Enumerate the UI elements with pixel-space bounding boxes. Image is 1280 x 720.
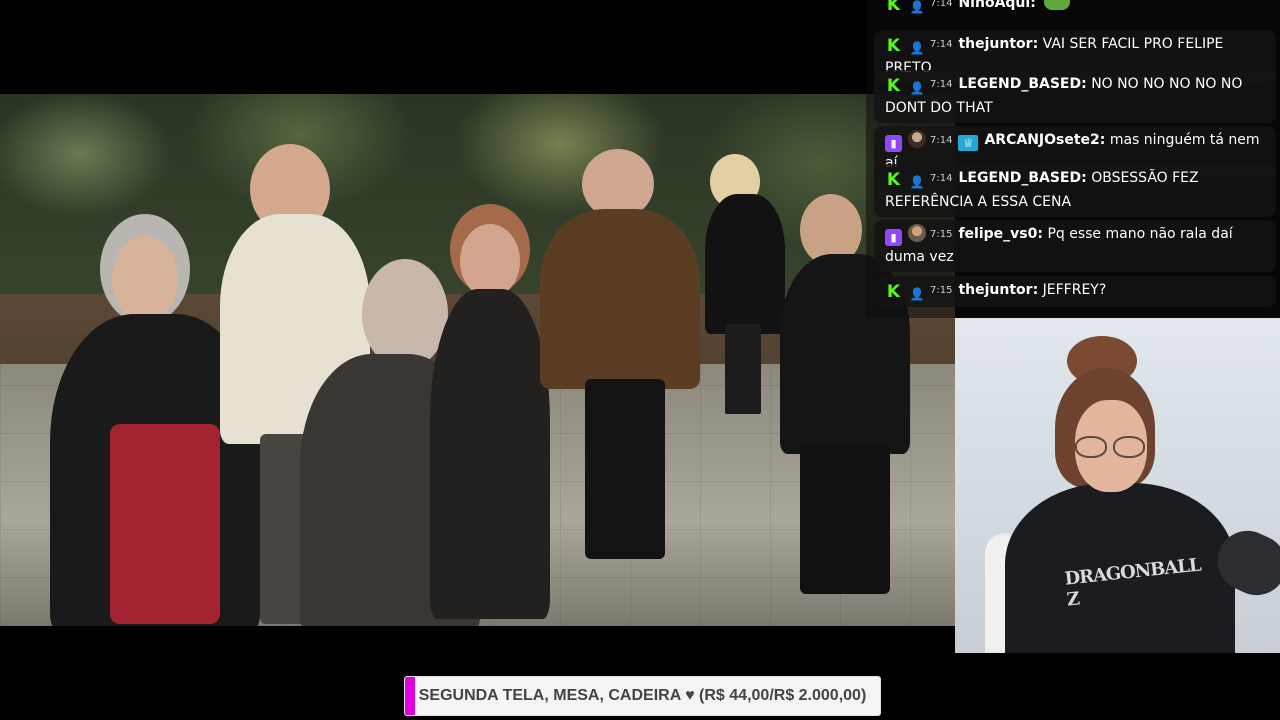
person-woman-black-dress [700, 154, 790, 414]
generic-user-icon: 👤 [909, 81, 925, 95]
chat-panel[interactable]: K 👤 7:14 NinoAqui: K 👤 7:14 thejuntor: VAI SER… [866, 0, 1280, 318]
kick-icon: K [886, 36, 901, 56]
chat-username[interactable]: LEGEND_BASED: [958, 170, 1086, 186]
kick-icon: K [886, 0, 901, 15]
generic-user-icon: 👤 [909, 41, 925, 55]
chat-username[interactable]: LEGEND_BASED: [958, 76, 1086, 92]
user-photo-avatar [908, 130, 926, 148]
crown-badge-icon: ♕ [958, 135, 979, 151]
twitch-icon: ▮ [885, 135, 902, 152]
generic-user-icon: 👤 [909, 175, 925, 189]
message-time: 7:14 [930, 173, 953, 184]
webcam-feed: DRAGONBALL Z [955, 318, 1280, 653]
generic-user-icon: 👤 [909, 0, 925, 14]
twitch-icon: ▮ [885, 229, 902, 246]
glasses-icon [1073, 436, 1149, 460]
chat-username[interactable]: felipe_vs0: [958, 226, 1043, 242]
message-time: 7:14 [930, 0, 953, 9]
chat-message: ▮ 7:15 felipe_vs0: Pq esse mano não rala d… [874, 220, 1276, 272]
kick-icon: K [886, 282, 901, 302]
message-time: 7:14 [930, 79, 953, 90]
message-time: 7:14 [930, 39, 953, 50]
message-time: 7:15 [930, 285, 953, 296]
chat-username[interactable]: thejuntor: [958, 36, 1038, 52]
chat-message: K 👤 7:15 thejuntor: JEFFREY? [874, 276, 1276, 307]
chat-message: K 👤 7:14 LEGEND_BASED: NO NO NO NO NO NO DO… [874, 70, 1276, 123]
person-man-brown-jacket [540, 149, 700, 569]
video-player-scene[interactable] [0, 94, 955, 626]
goal-label: SEGUNDA TELA, MESA, CADEIRA ♥ (R$ 44,00/… [418, 687, 867, 704]
frog-emote-icon [1044, 0, 1071, 10]
kick-icon: K [886, 76, 901, 96]
chat-message: K 👤 7:14 LEGEND_BASED: OBSESSÃO FEZ REFERÊN… [874, 164, 1276, 217]
donation-goal-bar: SEGUNDA TELA, MESA, CADEIRA ♥ (R$ 44,00/… [405, 677, 880, 715]
user-photo-avatar [908, 224, 926, 242]
chat-username[interactable]: thejuntor: [958, 282, 1038, 298]
chat-username[interactable]: ARCANJOsete2: [984, 132, 1105, 148]
message-time: 7:15 [930, 229, 953, 240]
chat-username[interactable]: NinoAqui: [958, 0, 1035, 11]
generic-user-icon: 👤 [909, 287, 925, 301]
kick-icon: K [886, 170, 901, 190]
chat-text: JEFFREY? [1042, 282, 1107, 298]
message-time: 7:14 [930, 135, 953, 146]
chat-message: K 👤 7:14 NinoAqui: [874, 0, 1276, 14]
